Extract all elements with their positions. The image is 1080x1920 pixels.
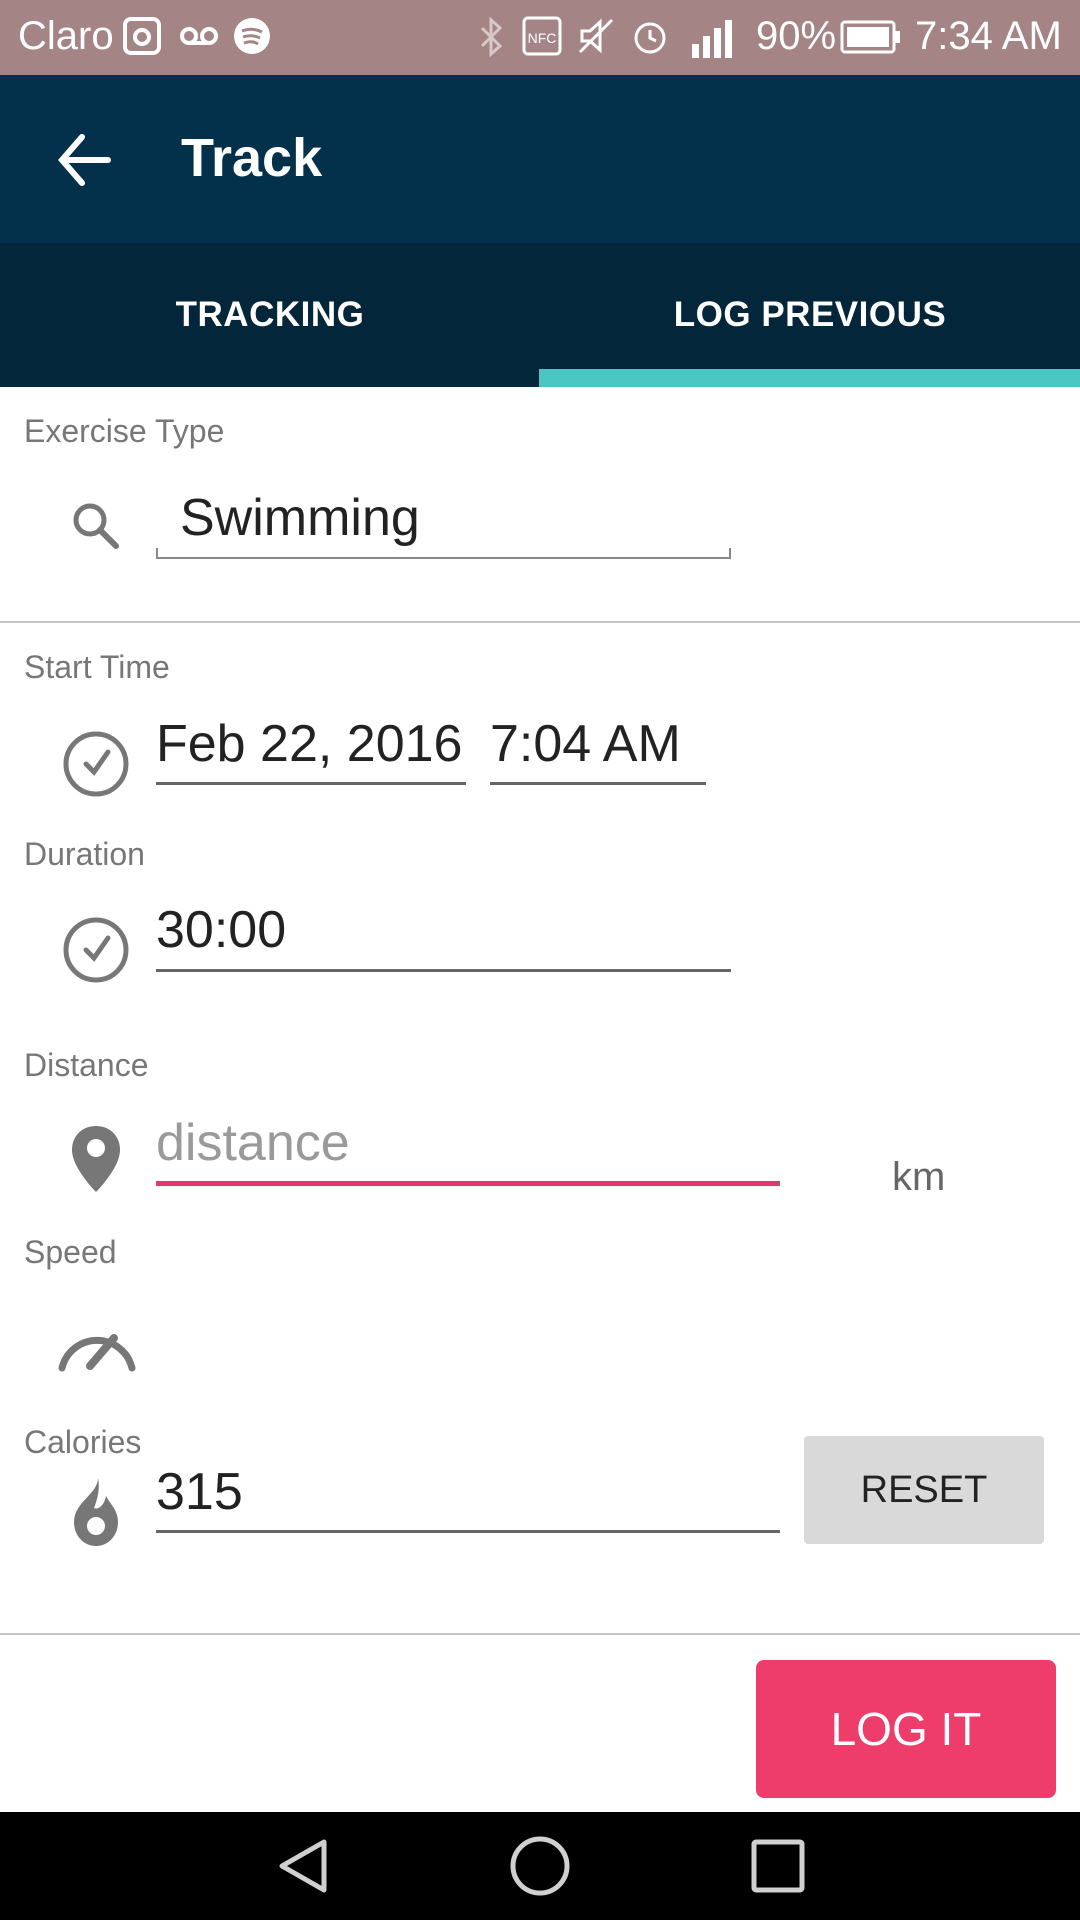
carrier-label: Claro — [18, 14, 114, 58]
start-date-field[interactable]: Feb 22, 2016 — [156, 714, 462, 774]
calories-underline — [156, 1530, 780, 1533]
voicemail-icon — [180, 27, 218, 45]
battery-icon — [840, 20, 900, 54]
exercise-type-field[interactable]: Swimming — [180, 488, 420, 548]
svg-text:NFC: NFC — [528, 30, 557, 46]
calories-label: Calories — [24, 1424, 142, 1460]
alarm-icon — [634, 22, 666, 54]
search-icon — [73, 503, 119, 549]
bluetooth-icon — [480, 16, 503, 58]
spotify-icon — [234, 18, 270, 54]
tab-log-previous[interactable]: LOG PREVIOUS — [540, 243, 1080, 387]
field-corner-left — [156, 548, 158, 559]
mute-icon — [578, 18, 614, 54]
log-it-button[interactable]: LOG IT — [756, 1660, 1056, 1798]
distance-input[interactable]: distance — [156, 1113, 350, 1173]
flame-icon — [74, 1478, 118, 1546]
nfc-icon: NFC — [522, 16, 562, 56]
exercise-type-underline — [156, 557, 731, 559]
app-bar: Track — [0, 75, 1080, 243]
start-time-field[interactable]: 7:04 AM — [490, 714, 681, 774]
back-triangle-icon[interactable] — [272, 1834, 336, 1898]
distance-label: Distance — [24, 1047, 149, 1083]
reset-button[interactable]: RESET — [804, 1436, 1044, 1544]
recents-square-icon[interactable] — [748, 1836, 808, 1896]
clock-icon — [63, 731, 129, 797]
exercise-type-label: Exercise Type — [24, 413, 225, 449]
start-time-underline — [490, 782, 706, 785]
navigation-bar — [0, 1812, 1080, 1920]
footer-divider — [0, 1633, 1080, 1635]
signal-icon — [692, 20, 732, 58]
home-circle-icon[interactable] — [508, 1834, 572, 1898]
speed-label: Speed — [24, 1234, 117, 1270]
status-clock: 7:34 AM — [915, 14, 1062, 58]
page-title: Track — [181, 128, 323, 188]
start-date-underline — [156, 782, 466, 785]
calories-field[interactable]: 315 — [156, 1462, 243, 1522]
clock-icon — [63, 917, 129, 983]
start-time-label: Start Time — [24, 649, 170, 685]
tab-bar: TRACKING LOG PREVIOUS — [0, 243, 1080, 387]
tab-selected-indicator — [539, 369, 1080, 387]
battery-percent: 90% — [756, 14, 837, 58]
location-pin-icon — [72, 1126, 120, 1192]
duration-underline — [156, 969, 731, 972]
back-arrow-icon[interactable] — [52, 127, 118, 193]
section-divider — [0, 621, 1080, 623]
tab-tracking[interactable]: TRACKING — [0, 243, 540, 387]
status-bar: Claro NFC 90% 7:34 AM — [0, 0, 1080, 75]
speedometer-icon — [58, 1334, 136, 1372]
duration-field[interactable]: 30:00 — [156, 900, 286, 960]
distance-unit: km — [892, 1155, 946, 1199]
distance-underline — [156, 1181, 780, 1186]
duration-label: Duration — [24, 836, 145, 872]
field-corner-right — [729, 548, 731, 559]
instagram-icon — [123, 17, 161, 55]
